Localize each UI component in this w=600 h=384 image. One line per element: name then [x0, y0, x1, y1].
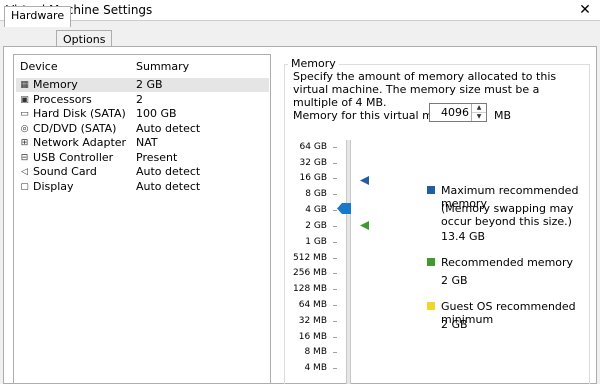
memory-slider-track[interactable] [346, 140, 351, 384]
device-summary: Auto detect [136, 180, 201, 193]
scale-tick [333, 352, 337, 353]
scale-label: 64 MB [298, 300, 327, 310]
spin-up-icon[interactable]: ▲ [472, 104, 486, 113]
device-row-cd-dvd[interactable]: ◎ CD/DVD (SATA) Auto detect [16, 122, 269, 136]
scale-label: 128 MB [293, 284, 327, 294]
scale-tick [333, 258, 337, 259]
device-list[interactable]: Device Summary ▦ Memory 2 GB ▣ Processor… [13, 54, 271, 384]
scale-tick [333, 321, 337, 322]
memory-value-input[interactable]: 4096 [441, 106, 469, 119]
device-row-hard-disk[interactable]: ▭ Hard Disk (SATA) 100 GB [16, 107, 269, 121]
scale-label: 8 MB [304, 347, 327, 357]
tab-hardware[interactable]: Hardware [4, 6, 72, 27]
scale-tick [333, 226, 337, 227]
device-summary: Present [136, 151, 178, 164]
max-recommended-value: 13.4 GB [441, 230, 486, 243]
recommended-swatch [427, 258, 435, 266]
scale-label: 4 MB [304, 363, 327, 373]
scale-tick [333, 305, 337, 306]
device-row-memory[interactable]: ▦ Memory 2 GB [16, 78, 269, 92]
guest-os-value: 2 GB [441, 318, 468, 331]
scale-label: 8 GB [305, 189, 327, 199]
device-row-usb-controller[interactable]: ⊟ USB Controller Present [16, 151, 269, 165]
device-name: Network Adapter [33, 136, 127, 149]
device-row-display[interactable]: ▢ Display Auto detect [16, 180, 269, 194]
sound-card-icon: ◁ [21, 166, 28, 177]
cd-dvd-icon: ◎ [20, 123, 29, 134]
device-summary: 2 [136, 93, 143, 106]
device-name: USB Controller [33, 151, 114, 164]
scale-tick [333, 242, 337, 243]
memory-slider-thumb[interactable] [337, 203, 351, 214]
scale-tick [333, 289, 337, 290]
spin-buttons: ▲ ▼ [471, 104, 486, 121]
scale-label: 4 GB [305, 205, 327, 215]
scale-label: 32 MB [298, 316, 327, 326]
scale-tick [333, 147, 337, 148]
max-recommended-note: (Memory swapping may occur beyond this s… [441, 202, 574, 228]
device-name: Sound Card [33, 165, 97, 178]
max-recommended-swatch [427, 186, 435, 194]
memory-group-label: Memory [288, 57, 339, 70]
device-name: Hard Disk (SATA) [33, 107, 126, 120]
scale-tick [333, 194, 337, 195]
scale-label: 64 GB [299, 142, 327, 152]
scale-label: 1 GB [305, 237, 327, 247]
scale-tick [333, 337, 337, 338]
device-row-processors[interactable]: ▣ Processors 2 [16, 93, 269, 107]
device-summary: 100 GB [136, 107, 177, 120]
scale-label: 256 MB [293, 268, 327, 278]
memory-unit: MB [494, 109, 512, 122]
tab-options-label: Options [63, 33, 106, 46]
device-name: CD/DVD (SATA) [33, 122, 117, 135]
scale-label: 16 GB [299, 173, 327, 183]
scale-label: 32 GB [299, 158, 327, 168]
recommended-value: 2 GB [441, 274, 468, 287]
device-summary: Auto detect [136, 122, 201, 135]
device-name: Processors [33, 93, 92, 106]
recommended-label: Recommended memory [441, 256, 574, 269]
close-icon[interactable]: ✕ [570, 0, 600, 20]
scale-tick [333, 273, 337, 274]
recommended-marker-icon [360, 221, 369, 230]
processor-icon: ▣ [20, 94, 29, 105]
column-header-device[interactable]: Device [20, 60, 58, 73]
scale-tick [333, 178, 337, 179]
scale-tick [333, 368, 337, 369]
scale-label: 16 MB [298, 332, 327, 342]
device-row-sound-card[interactable]: ◁ Sound Card Auto detect [16, 165, 269, 179]
title-bar: Virtual Machine Settings ✕ [0, 0, 600, 21]
device-summary: NAT [136, 136, 158, 149]
memory-icon: ▦ [20, 79, 29, 90]
hard-disk-icon: ▭ [20, 108, 29, 119]
scale-label: 512 MB [293, 253, 327, 263]
scale-label: 2 GB [305, 221, 327, 231]
display-icon: ▢ [20, 181, 29, 192]
column-header-summary[interactable]: Summary [136, 60, 189, 73]
device-name: Memory [33, 78, 78, 91]
max-recommended-marker-icon [360, 176, 369, 185]
device-row-network-adapter[interactable]: ⊞ Network Adapter NAT [16, 136, 269, 150]
device-summary: Auto detect [136, 165, 201, 178]
memory-spinbox[interactable]: 4096 ▲ ▼ [429, 103, 487, 122]
spin-down-icon[interactable]: ▼ [472, 113, 486, 121]
network-adapter-icon: ⊞ [20, 137, 29, 148]
device-name: Display [33, 180, 74, 193]
guest-os-swatch [427, 302, 435, 310]
scale-tick [333, 163, 337, 164]
device-summary: 2 GB [136, 78, 163, 91]
usb-controller-icon: ⊟ [20, 152, 29, 163]
